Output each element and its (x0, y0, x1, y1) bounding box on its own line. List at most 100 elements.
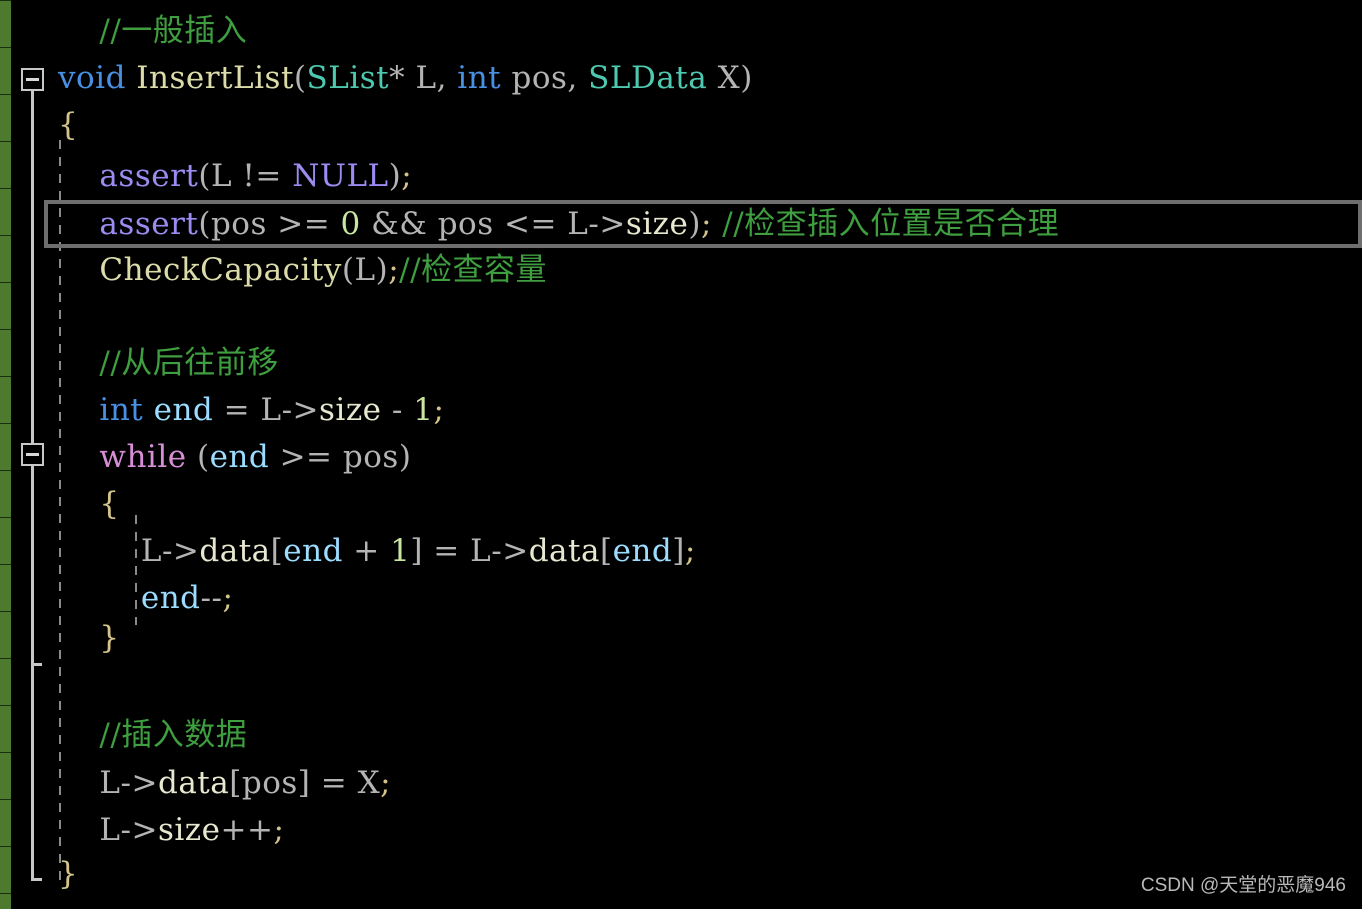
fold-marker-function[interactable] (21, 68, 44, 91)
code-token: = (213, 392, 261, 428)
code-token: ] (297, 765, 311, 801)
code-token: L (470, 533, 492, 569)
code-token: //插入数据 (99, 717, 248, 753)
code-content[interactable]: //一般插入 void InsertList(SList* L, int pos,… (58, 0, 1362, 909)
code-line[interactable]: L->size++; (58, 807, 284, 854)
code-token: -> (588, 206, 626, 242)
code-token: ; (401, 158, 413, 194)
code-token: L (210, 158, 233, 194)
code-token: -> (281, 392, 320, 428)
code-token: SList (306, 60, 390, 96)
code-token: { (58, 107, 79, 143)
code-token: ( (186, 439, 210, 475)
code-line[interactable]: { (58, 102, 78, 149)
code-token: size (157, 812, 221, 848)
code-line[interactable]: } (58, 851, 78, 898)
fold-marker-while[interactable] (21, 443, 44, 466)
code-token: ; (273, 812, 285, 848)
code-token: pos (511, 60, 568, 96)
code-token: [ (599, 533, 613, 569)
code-line[interactable]: CheckCapacity(L);//检查容量 (58, 247, 547, 294)
change-bar-tick (0, 658, 11, 659)
code-token: end (209, 439, 270, 475)
code-line[interactable]: L->data[pos] = X; (58, 760, 391, 807)
change-bar-tick (0, 846, 11, 847)
change-bar-tick (0, 752, 11, 753)
code-token: -> (120, 812, 158, 848)
change-bar-tick (0, 0, 11, 1)
code-token: -> (120, 765, 158, 801)
code-line[interactable]: { (58, 481, 120, 528)
fold-scope-foot-function (31, 878, 42, 881)
code-line[interactable]: L->data[end + 1] = L->data[end]; (58, 528, 696, 575)
code-token: ( (198, 158, 211, 194)
code-token: end (283, 533, 343, 569)
editor-gutter[interactable] (11, 0, 58, 909)
code-token: data (199, 533, 271, 569)
code-token: ) (740, 60, 753, 96)
code-token: SLData (588, 60, 708, 96)
code-token: pos (342, 439, 399, 475)
code-line[interactable]: while (end >= pos) (58, 434, 411, 481)
code-token: end (612, 533, 673, 569)
code-token: 0 (340, 206, 361, 242)
code-token: CheckCapacity (99, 252, 342, 288)
change-bar-tick (0, 423, 11, 424)
code-token: ; (222, 580, 234, 616)
code-token: * (389, 60, 416, 96)
change-bar-tick (0, 188, 11, 189)
change-bar-tick (0, 376, 11, 377)
code-line[interactable]: assert(pos >= 0 && pos <= L->size); //检查… (58, 201, 1059, 248)
code-token: 1 (413, 392, 434, 428)
code-token: } (99, 620, 120, 656)
code-token: pos (241, 765, 298, 801)
code-token: -- (200, 580, 223, 616)
code-token: L (415, 60, 437, 96)
code-line[interactable]: //从后往前移 (58, 340, 279, 387)
code-token: //检查插入位置是否合理 (722, 206, 1060, 242)
code-token: pos (210, 206, 267, 242)
code-line[interactable]: //插入数据 (58, 712, 247, 759)
code-token: >= (266, 206, 341, 242)
code-token: , (436, 60, 458, 96)
code-token: NULL (292, 158, 389, 194)
code-token: ) (688, 206, 701, 242)
code-token: ; (684, 533, 696, 569)
code-token: && (360, 206, 438, 242)
code-token: //一般插入 (99, 13, 248, 49)
code-token: ( (293, 60, 307, 96)
code-token: L (140, 533, 162, 569)
code-token: data (157, 765, 230, 801)
code-line[interactable]: //一般插入 (58, 8, 247, 55)
code-token: assert (99, 206, 199, 242)
change-bar-tick (0, 611, 11, 612)
fold-scope-foot-while (31, 663, 42, 666)
change-indicator-bar (0, 0, 11, 909)
fold-scope-line-while (31, 466, 34, 666)
code-token: void (58, 60, 126, 96)
code-token: , (567, 60, 589, 96)
code-token: //从后往前移 (99, 345, 279, 381)
code-token: end (140, 580, 201, 616)
code-token: + (342, 533, 391, 569)
code-token: size (625, 206, 689, 242)
code-token: ) (398, 439, 412, 475)
code-line[interactable]: void InsertList(SList* L, int pos, SLDat… (58, 55, 753, 102)
code-token: L (99, 812, 121, 848)
code-line[interactable]: assert(L != NULL); (58, 153, 412, 200)
code-line[interactable]: } (58, 615, 120, 662)
code-line[interactable]: int end = L->size - 1; (58, 387, 444, 434)
code-token: ] (410, 533, 423, 569)
code-token: - (381, 392, 414, 428)
code-token: ; (700, 206, 723, 242)
change-bar-tick (0, 470, 11, 471)
code-editor[interactable]: //一般插入 void InsertList(SList* L, int pos,… (0, 0, 1362, 909)
